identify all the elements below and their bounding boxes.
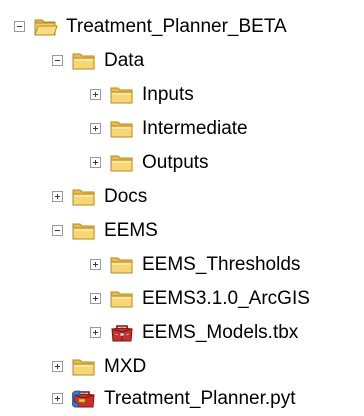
- expand-toggle[interactable]: [90, 293, 101, 304]
- tree-node-label: Outputs: [142, 152, 209, 173]
- tree-node-label: EEMS: [104, 220, 158, 241]
- collapse-toggle[interactable]: [52, 225, 63, 236]
- tree-node-label: Intermediate: [142, 118, 248, 139]
- expand-toggle[interactable]: [52, 361, 63, 372]
- folder-icon: [72, 53, 95, 69]
- tree-node-eems3-arcgis[interactable]: EEMS3.1.0_ArcGIS: [90, 282, 310, 315]
- tree-node-label: EEMS3.1.0_ArcGIS: [142, 288, 310, 309]
- tree-node-label: Inputs: [142, 84, 194, 105]
- tree-node-outputs[interactable]: Outputs: [90, 146, 209, 179]
- expand-toggle[interactable]: [90, 327, 101, 338]
- expand-toggle[interactable]: [90, 123, 101, 134]
- folder-icon: [110, 257, 133, 273]
- tree-node-label: Treatment_Planner.pyt: [104, 388, 296, 409]
- toolbox-red-icon: [111, 324, 133, 341]
- tree-node-treatment-planner-pyt[interactable]: Treatment_Planner.pyt: [52, 382, 296, 415]
- folder-icon: [110, 155, 133, 171]
- folder-icon: [72, 223, 95, 239]
- expand-toggle[interactable]: [90, 259, 101, 270]
- tree-node-eems[interactable]: EEMS: [52, 214, 158, 247]
- python-toolbox-icon: [72, 390, 95, 407]
- tree-node-label: Docs: [104, 186, 148, 207]
- tree-node-eems-thresholds[interactable]: EEMS_Thresholds: [90, 248, 300, 281]
- collapse-toggle[interactable]: [14, 21, 25, 32]
- expand-toggle[interactable]: [90, 89, 101, 100]
- folder-icon: [72, 189, 95, 205]
- folder-icon: [110, 121, 133, 137]
- tree-node-docs[interactable]: Docs: [52, 180, 147, 213]
- folder-icon: [110, 87, 133, 103]
- collapse-toggle[interactable]: [52, 55, 63, 66]
- tree-node-inputs[interactable]: Inputs: [90, 78, 194, 111]
- tree-node-treatment-planner-beta[interactable]: Treatment_Planner_BETA: [14, 10, 287, 43]
- folder-icon: [72, 359, 95, 375]
- expand-toggle[interactable]: [90, 157, 101, 168]
- expand-toggle[interactable]: [52, 393, 63, 404]
- tree-node-data[interactable]: Data: [52, 44, 144, 77]
- folder-open-icon: [34, 19, 58, 35]
- catalog-tree: Treatment_Planner_BETA Data Inputs Inter…: [0, 0, 364, 416]
- tree-node-eems-models-tbx[interactable]: EEMS_Models.tbx: [90, 316, 298, 349]
- tree-node-mxd[interactable]: MXD: [52, 350, 146, 383]
- tree-node-intermediate[interactable]: Intermediate: [90, 112, 248, 145]
- tree-node-label: EEMS_Thresholds: [142, 254, 301, 275]
- tree-node-label: Treatment_Planner_BETA: [66, 16, 287, 37]
- tree-node-label: EEMS_Models.tbx: [142, 322, 299, 343]
- tree-node-label: MXD: [104, 356, 147, 377]
- expand-toggle[interactable]: [52, 191, 63, 202]
- tree-node-label: Data: [104, 50, 145, 71]
- folder-icon: [110, 291, 133, 307]
